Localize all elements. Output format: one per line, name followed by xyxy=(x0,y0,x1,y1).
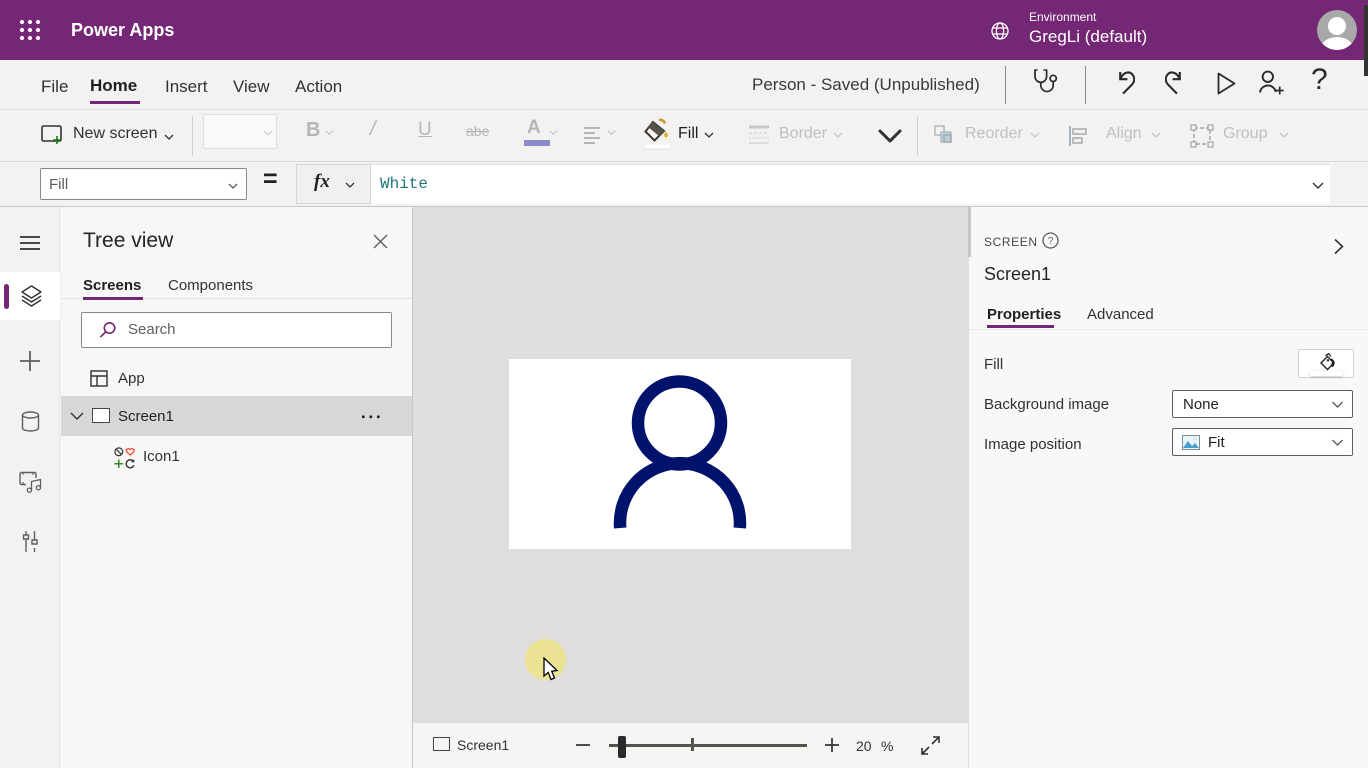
svg-text:?: ? xyxy=(1048,236,1054,247)
